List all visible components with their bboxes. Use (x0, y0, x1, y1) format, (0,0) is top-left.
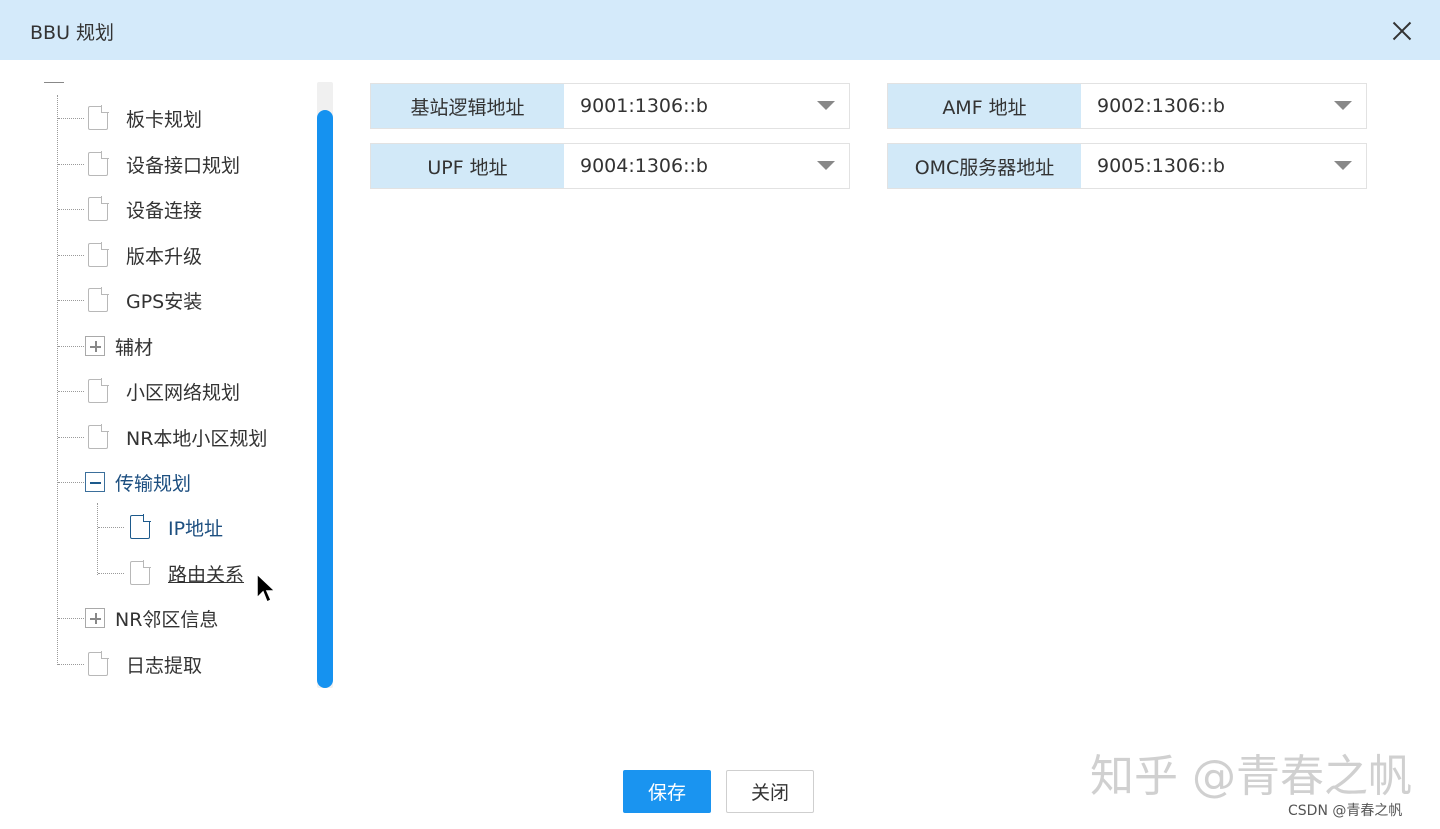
tree-connector (98, 527, 124, 528)
base-station-logical-address-field: 基站逻辑地址 9001:1306::b (370, 83, 850, 129)
bbu-planning-dialog: BBU 规划 板卡规划 设备接口规划 设备连接 版本升级 GPS安装 辅材 小区… (0, 0, 1440, 829)
tree-connector (58, 618, 84, 619)
tree-item-ip-address[interactable]: IP地址 (130, 512, 223, 542)
tree-item-accessories[interactable]: 辅材 (85, 331, 153, 361)
mouse-cursor-icon (256, 573, 277, 604)
tree-item-transmission-planning[interactable]: 传输规划 (85, 467, 191, 497)
document-icon (88, 105, 109, 130)
field-label: AMF 地址 (888, 84, 1081, 128)
tree-connector (58, 164, 84, 165)
omc-server-address-field: OMC服务器地址 9005:1306::b (887, 143, 1367, 189)
document-icon (88, 196, 109, 221)
select-value: 9004:1306::b (580, 155, 708, 177)
upf-address-field: UPF 地址 9004:1306::b (370, 143, 850, 189)
tree-item-nr-local-cell-planning[interactable]: NR本地小区规划 (88, 422, 267, 452)
tree-item-gps-install[interactable]: GPS安装 (88, 285, 202, 315)
tree-item-label: 小区网络规划 (126, 381, 241, 404)
base-station-logical-address-select[interactable]: 9001:1306::b (564, 84, 849, 128)
tree-item-label: 设备连接 (126, 199, 203, 222)
tree-connector (58, 664, 84, 665)
document-icon (88, 287, 109, 312)
tree-connector (58, 437, 84, 438)
chevron-down-icon[interactable] (1334, 161, 1352, 170)
tree-connector (58, 346, 84, 347)
tree-connector (58, 118, 84, 119)
chevron-down-icon[interactable] (817, 161, 835, 170)
tree-item-device-connection[interactable]: 设备连接 (88, 194, 202, 224)
tree-item-label: 辅材 (115, 336, 154, 359)
tree-item-routing-relation[interactable]: 路由关系 (130, 558, 244, 588)
document-icon (88, 651, 109, 676)
select-value: 9005:1306::b (1097, 155, 1225, 177)
tree-item-label: IP地址 (168, 517, 224, 540)
amf-address-select[interactable]: 9002:1306::b (1081, 84, 1366, 128)
tree-item-label: 日志提取 (126, 654, 203, 677)
tree-item-label: NR本地小区规划 (126, 427, 268, 450)
select-value: 9001:1306::b (580, 95, 708, 117)
document-icon (130, 514, 151, 539)
field-label: OMC服务器地址 (888, 144, 1081, 188)
tree-connector (98, 573, 124, 574)
collapse-minus-icon[interactable] (85, 472, 105, 492)
tree-connector (58, 482, 84, 483)
select-value: 9002:1306::b (1097, 95, 1225, 117)
close-icon[interactable] (1385, 14, 1419, 48)
tree-item-device-interface-planning[interactable]: 设备接口规划 (88, 149, 240, 179)
document-icon (88, 378, 109, 403)
chevron-down-icon[interactable] (1334, 101, 1352, 110)
close-button[interactable]: 关闭 (726, 770, 814, 813)
upf-address-select[interactable]: 9004:1306::b (564, 144, 849, 188)
expand-plus-icon[interactable] (85, 608, 105, 628)
document-icon (88, 424, 109, 449)
tree-item-label: 传输规划 (115, 472, 192, 495)
tree-item-label: 版本升级 (126, 245, 203, 268)
tree-item-log-extraction[interactable]: 日志提取 (88, 649, 202, 679)
tree-sub-vertical-connector (97, 503, 98, 575)
tree-root-connector (44, 82, 64, 83)
tree-item-label: 板卡规划 (126, 108, 203, 131)
tree-vertical-connector (57, 95, 58, 665)
dialog-title: BBU 规划 (30, 22, 115, 44)
csdn-watermark: CSDN @青春之帆 (1288, 803, 1403, 819)
tree-item-label: 路由关系 (168, 563, 245, 586)
dialog-titlebar: BBU 规划 (0, 0, 1440, 60)
tree-item-label: 设备接口规划 (126, 154, 241, 177)
tree-item-label: NR邻区信息 (115, 608, 219, 631)
save-button[interactable]: 保存 (623, 770, 711, 813)
zhihu-watermark: 知乎 @青春之帆 (1090, 751, 1412, 802)
tree-scrollbar[interactable] (317, 82, 333, 688)
chevron-down-icon[interactable] (817, 101, 835, 110)
tree-connector (58, 255, 84, 256)
tree-item-version-upgrade[interactable]: 版本升级 (88, 240, 202, 270)
tree-connector (58, 300, 84, 301)
document-icon (88, 242, 109, 267)
tree-item-cell-network-planning[interactable]: 小区网络规划 (88, 376, 240, 406)
field-label: UPF 地址 (371, 144, 564, 188)
tree-item-board-planning[interactable]: 板卡规划 (88, 103, 202, 133)
tree-connector (58, 209, 84, 210)
tree-connector (58, 391, 84, 392)
omc-server-address-select[interactable]: 9005:1306::b (1081, 144, 1366, 188)
amf-address-field: AMF 地址 9002:1306::b (887, 83, 1367, 129)
expand-plus-icon[interactable] (85, 336, 105, 356)
document-icon (130, 560, 151, 585)
field-label: 基站逻辑地址 (371, 84, 564, 128)
tree-item-nr-neighbor-info[interactable]: NR邻区信息 (85, 603, 218, 633)
document-icon (88, 151, 109, 176)
scrollbar-thumb[interactable] (317, 110, 333, 688)
tree-item-label: GPS安装 (126, 290, 203, 313)
